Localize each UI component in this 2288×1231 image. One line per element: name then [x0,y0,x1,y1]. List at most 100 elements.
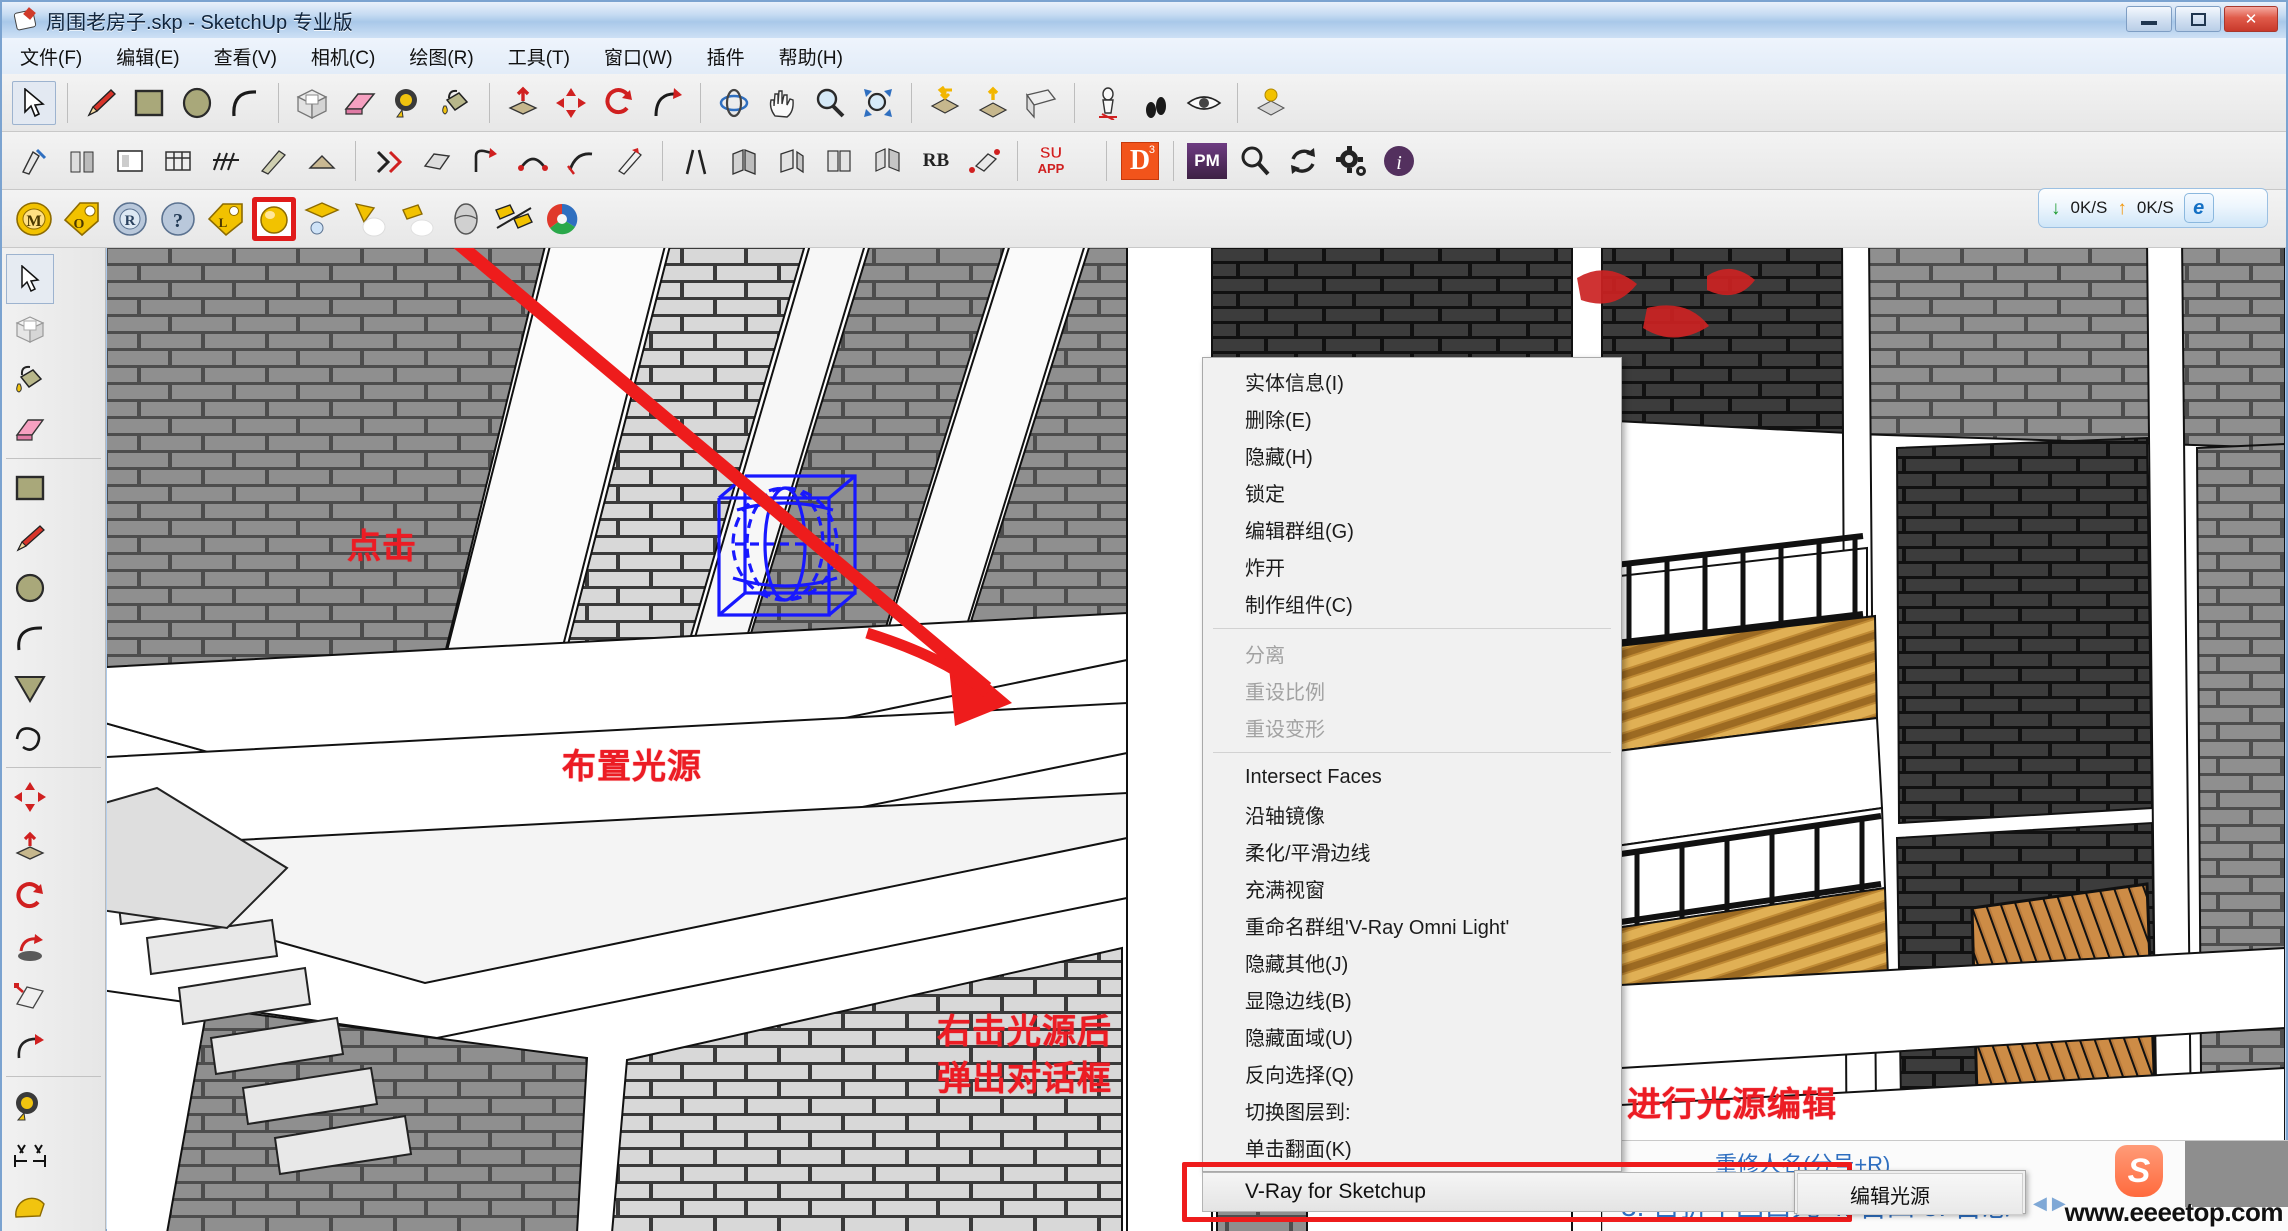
network-speed-monitor[interactable]: ↓ 0K/S ↑ 0K/S e [2038,188,2268,228]
previous-view-icon[interactable] [923,81,967,125]
vray-ies-light-icon[interactable] [396,197,440,241]
make-component-icon[interactable] [6,304,54,354]
push-pull-icon[interactable] [6,822,54,872]
arc-icon[interactable] [223,81,267,125]
ime-page-arrows-icon[interactable]: ◀ ▶ [2033,1193,2066,1214]
paint-bucket-icon[interactable] [6,354,54,404]
plugin-tool-7-icon[interactable] [300,139,344,183]
select-arrow-icon[interactable] [6,254,54,304]
plugin-manager-icon[interactable]: PM [1185,139,1229,183]
plugin-tool-10-icon[interactable] [463,139,507,183]
internet-explorer-icon[interactable]: e [2183,193,2214,223]
polygon-icon[interactable] [6,663,54,713]
dimension-icon[interactable] [6,1131,54,1181]
menu-item-file[interactable]: 文件(F) [16,41,86,72]
context-menu-item-lock[interactable]: 锁定 [1203,474,1621,511]
plugin-tool-17-icon[interactable] [818,139,862,183]
make-component-icon[interactable] [290,81,334,125]
rotate-icon[interactable] [6,872,54,922]
vray-sphere-light-icon[interactable] [492,197,536,241]
eraser-icon[interactable] [338,81,382,125]
menu-item-camera[interactable]: 相机(C) [307,41,379,72]
plugin-tool-6-icon[interactable] [252,139,296,183]
zoom-extents-icon[interactable] [856,81,900,125]
context-menu-item-zoom-extents[interactable]: 充满视窗 [1203,870,1621,907]
context-menu-item-soften-edges[interactable]: 柔化/平滑边线 [1203,833,1621,870]
context-menu-item-explode[interactable]: 炸开 [1203,548,1621,585]
maximize-button[interactable] [2175,6,2221,32]
vray-frame-buffer-icon[interactable]: L [204,197,248,241]
ruby-console-icon[interactable]: RB [914,139,958,183]
plugin-tool-13-icon[interactable] [607,139,651,183]
circle-icon[interactable] [175,81,219,125]
tape-measure-icon[interactable] [386,81,430,125]
vray-submenu-item-edit-light[interactable]: 编辑光源 [1797,1173,2023,1215]
position-camera-icon[interactable] [1086,81,1130,125]
plugin-tool-14-icon[interactable] [674,139,718,183]
plugin-tool-16-icon[interactable] [770,139,814,183]
plugin-tool-8-icon[interactable] [367,139,411,183]
context-menu-item-invert-selection[interactable]: 反向选择(Q) [1203,1055,1621,1092]
look-around-icon[interactable] [1182,81,1226,125]
pan-hand-icon[interactable] [760,81,804,125]
gear-icon[interactable] [1329,139,1373,183]
zoom-icon[interactable] [808,81,852,125]
context-menu-item-hide[interactable]: 隐藏(H) [1203,437,1621,474]
plugin-tool-19-icon[interactable] [962,139,1006,183]
freehand-icon[interactable] [6,713,54,763]
info-icon[interactable]: i [1377,139,1421,183]
search-icon[interactable] [1233,139,1277,183]
line-pencil-icon[interactable] [79,81,123,125]
plugin-tool-11-icon[interactable] [511,139,555,183]
follow-me-icon[interactable] [645,81,689,125]
plugin-tool-1-icon[interactable] [12,139,56,183]
menu-item-draw[interactable]: 绘图(R) [405,41,477,72]
plugin-tool-9-icon[interactable] [415,139,459,183]
vray-help-icon[interactable]: ? [156,197,200,241]
context-menu-item-entity-info[interactable]: 实体信息(I) [1203,363,1621,400]
scale-icon[interactable] [6,972,54,1022]
dibac-icon[interactable]: D 3 [1118,139,1162,183]
section-plane-icon[interactable] [1019,81,1063,125]
model-viewport[interactable]: 点击 布置光源 右击光源后 弹出对话框 进行光源编辑 [107,248,2285,1231]
menu-item-view[interactable]: 查看(V) [210,41,281,72]
context-menu-item-move-to-layer[interactable]: 切换图层到: [1203,1092,1621,1129]
plugin-tool-3-icon[interactable] [108,139,152,183]
vray-infinite-plane-icon[interactable] [540,197,584,241]
vray-material-editor-icon[interactable]: M [12,197,56,241]
rotate-icon[interactable] [597,81,641,125]
plugin-tool-12-icon[interactable] [559,139,603,183]
paint-bucket-icon[interactable] [434,81,478,125]
vray-rectangle-light-icon[interactable] [300,197,344,241]
refresh-icon[interactable] [1281,139,1325,183]
next-view-icon[interactable] [971,81,1015,125]
vray-omni-light-icon[interactable] [252,196,296,241]
shadow-settings-icon[interactable] [1249,81,1293,125]
context-menu-item-toggle-edges[interactable]: 显隐边线(B) [1203,981,1621,1018]
menu-item-edit[interactable]: 编辑(E) [112,41,183,72]
vray-spot-light-icon[interactable] [348,197,392,241]
context-menu-item-make-component[interactable]: 制作组件(C) [1203,585,1621,622]
protractor-icon[interactable] [6,1181,54,1231]
vray-render-icon[interactable]: R [108,197,152,241]
vray-dome-light-icon[interactable] [444,197,488,241]
walk-icon[interactable] [1134,81,1178,125]
plugin-tool-4-icon[interactable] [156,139,200,183]
move-icon[interactable] [6,772,54,822]
context-menu-item-flip-along[interactable]: 沿轴镜像 [1203,796,1621,833]
context-menu-item-intersect-faces[interactable]: Intersect Faces [1203,759,1621,796]
close-button[interactable]: ✕ [2224,6,2278,32]
follow-me-icon[interactable] [6,922,54,972]
context-menu-item-rename-group[interactable]: 重命名群组'V-Ray Omni Light' [1203,907,1621,944]
context-menu-item-delete[interactable]: 删除(E) [1203,400,1621,437]
line-pencil-icon[interactable] [6,513,54,563]
suapp-icon[interactable]: SU APP [1029,139,1073,183]
menu-item-tools[interactable]: 工具(T) [504,41,574,72]
context-menu-item-edit-group[interactable]: 编辑群组(G) [1203,511,1621,548]
move-icon[interactable] [549,81,593,125]
plugin-tool-5-icon[interactable] [204,139,248,183]
context-menu-item-hide-rest[interactable]: 隐藏其他(J) [1203,944,1621,981]
eraser-icon[interactable] [6,404,54,454]
plugin-tool-2-icon[interactable] [60,139,104,183]
vray-options-icon[interactable]: O [60,197,104,241]
